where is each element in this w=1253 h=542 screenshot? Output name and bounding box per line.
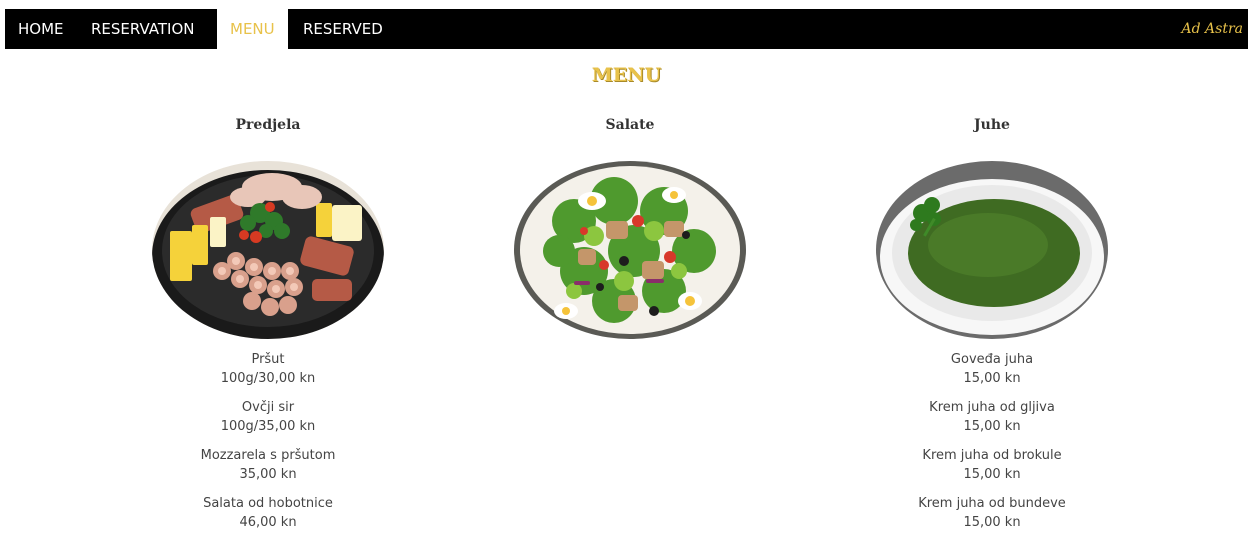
green-soup-bowl-icon [876,161,1108,339]
list-item: Krem juha od gljiva 15,00 kn [862,398,1122,436]
dish-name: Salata od hobotnice [203,496,333,511]
dish-price: 46,00 kn [239,515,297,530]
dish-price: 15,00 kn [963,515,1021,530]
dish-name: Krem juha od bundeve [918,496,1066,511]
menu-list: Goveđa juha 15,00 kn Krem juha od gljiva… [862,350,1122,532]
tuna-salad-icon [514,161,746,339]
dish-price: 100g/35,00 kn [220,419,316,434]
menu-column-predjela: Predjela Pršut 100g/30,00 kn Ovčji sir 1… [138,116,398,542]
dish-price: 35,00 kn [239,467,297,482]
list-item: Pršut 100g/30,00 kn [138,350,398,388]
cold-cuts-platter-image [152,161,384,339]
dish-price: 15,00 kn [963,467,1021,482]
top-navbar: HOME RESERVATION MENU RESERVED Ad Astra [5,9,1248,49]
brand-logo[interactable]: Ad Astra [1182,9,1243,49]
menu-column-juhe: Juhe Goveđa juha 15,00 kn Krem juha od g… [862,116,1122,542]
dish-name: Krem juha od gljiva [929,400,1055,415]
column-heading: Predjela [235,117,301,133]
dish-name: Pršut [251,352,285,367]
list-item: Ovčji sir 100g/35,00 kn [138,398,398,436]
list-item: Salata od hobotnice 46,00 kn [138,494,398,532]
nav-home[interactable]: HOME [5,9,77,49]
column-heading: Salate [605,117,655,133]
list-item: Goveđa juha 15,00 kn [862,350,1122,388]
dish-name: Mozzarela s pršutom [200,448,336,463]
page-title: MENU [591,64,662,86]
list-item: Mozzarela s pršutom 35,00 kn [138,446,398,484]
column-heading: Juhe [974,117,1010,133]
green-soup-image [876,161,1108,339]
nav-menu[interactable]: MENU [217,9,288,49]
dish-price: 15,00 kn [963,371,1021,386]
list-item: Krem juha od bundeve 15,00 kn [862,494,1122,532]
dish-price: 15,00 kn [963,419,1021,434]
nav-reserved[interactable]: RESERVED [290,9,396,49]
menu-list: Pršut 100g/30,00 kn Ovčji sir 100g/35,00… [138,350,398,532]
list-item: Krem juha od brokule 15,00 kn [862,446,1122,484]
dish-price: 100g/30,00 kn [220,371,316,386]
nav-reservation[interactable]: RESERVATION [78,9,208,49]
dish-name: Krem juha od brokule [922,448,1062,463]
menu-column-salate: Salate [500,116,760,339]
dish-name: Ovčji sir [241,400,295,415]
cold-cuts-platter-icon [152,161,384,339]
dish-name: Goveđa juha [950,352,1034,367]
tuna-salad-image [514,161,746,339]
